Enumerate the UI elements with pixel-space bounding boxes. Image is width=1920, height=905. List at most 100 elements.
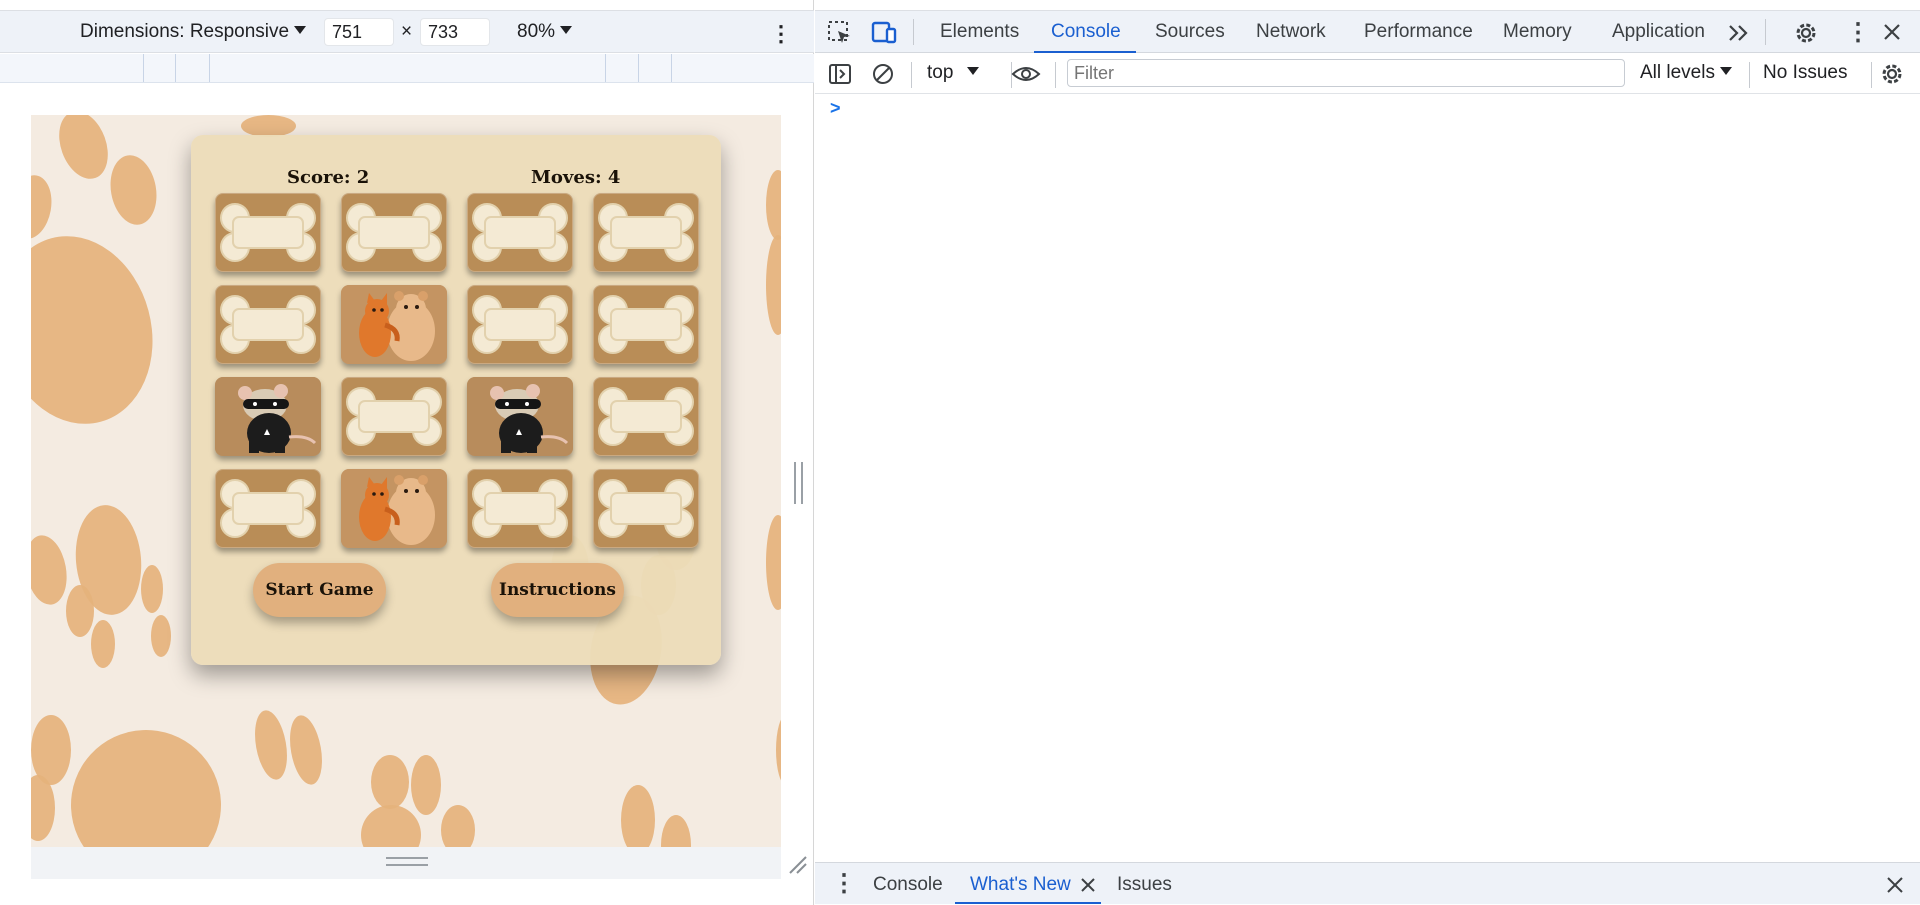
ruler-mark — [143, 54, 144, 82]
bone-card-back-icon — [598, 295, 694, 354]
ruler-mark — [671, 54, 672, 82]
toolbar-separator — [1871, 62, 1872, 88]
devtools-panel: Elements Console Sources Network Perform… — [815, 0, 1920, 905]
bone-card-back-icon — [346, 203, 442, 262]
instructions-button[interactable]: Instructions — [491, 563, 624, 617]
bone-card-back-icon — [472, 479, 568, 538]
resize-handle-right[interactable] — [794, 462, 803, 504]
inspect-element-icon[interactable] — [827, 20, 853, 46]
toolbar-separator — [913, 19, 914, 45]
game-tile[interactable] — [467, 377, 573, 456]
tab-performance[interactable]: Performance — [1364, 21, 1473, 43]
zoom-value: 80% — [517, 21, 556, 42]
game-tile[interactable] — [341, 377, 447, 456]
ruler-mark — [209, 54, 210, 82]
start-game-button[interactable]: Start Game — [253, 563, 386, 617]
bone-card-back-icon — [472, 203, 568, 262]
device-more-options-icon[interactable]: ⋮ — [770, 21, 792, 47]
toolbar-separator — [1055, 62, 1056, 88]
live-expression-eye-icon[interactable] — [1011, 62, 1041, 86]
tab-application[interactable]: Application — [1612, 21, 1705, 43]
bone-card-back-icon — [598, 387, 694, 446]
game-tile[interactable] — [593, 193, 699, 272]
moves-display: Moves: 4 — [531, 167, 621, 188]
show-sidebar-icon[interactable] — [828, 62, 852, 86]
zoom-caret-icon — [560, 26, 573, 34]
device-toolbar: Dimensions: Responsive × 80% ⋮ — [0, 10, 814, 53]
clear-console-icon[interactable] — [871, 62, 895, 86]
game-tile[interactable] — [593, 377, 699, 456]
close-devtools-icon[interactable] — [1882, 22, 1902, 42]
close-whats-new-tab-icon[interactable] — [1080, 877, 1096, 893]
dimensions-select[interactable]: Dimensions: Responsive — [80, 21, 307, 43]
tab-elements[interactable]: Elements — [940, 21, 1019, 43]
toolbar-separator — [1749, 62, 1750, 88]
context-select[interactable]: top — [927, 62, 980, 84]
bone-card-back-icon — [220, 203, 316, 262]
drawer-tab-whats-new[interactable]: What's New — [970, 874, 1071, 896]
ruler-mark — [638, 54, 639, 82]
bone-card-back-icon — [598, 203, 694, 262]
bone-card-back-icon — [472, 295, 568, 354]
game-tile[interactable] — [467, 193, 573, 272]
game-tile[interactable] — [215, 377, 321, 456]
ruler-mark — [605, 54, 606, 82]
resize-handle-bottom[interactable] — [386, 857, 428, 866]
game-card: Score: 2 Moves: 4 Start Game Instruction… — [191, 135, 721, 665]
more-tabs-chevron-icon[interactable] — [1727, 23, 1751, 43]
close-drawer-icon[interactable] — [1886, 876, 1904, 894]
game-tile[interactable] — [215, 193, 321, 272]
customize-menu-icon[interactable]: ⋮ — [1846, 18, 1870, 47]
drawer-menu-icon[interactable]: ⋮ — [832, 869, 856, 898]
issues-counter[interactable]: No Issues — [1763, 62, 1847, 84]
settings-gear-icon[interactable] — [1793, 20, 1819, 46]
context-value: top — [927, 62, 954, 83]
game-tile[interactable] — [341, 469, 447, 548]
resize-corner-icon[interactable] — [788, 855, 808, 875]
console-prompt-chevron-icon[interactable]: > — [830, 98, 841, 119]
tab-network[interactable]: Network — [1256, 21, 1326, 43]
drawer-tab-issues[interactable]: Issues — [1117, 874, 1172, 896]
bone-card-back-icon — [346, 387, 442, 446]
tab-memory[interactable]: Memory — [1503, 21, 1572, 43]
log-levels-select[interactable]: All levels — [1640, 62, 1732, 84]
console-settings-gear-icon[interactable] — [1879, 61, 1905, 87]
devtools-tab-bar: Elements Console Sources Network Perform… — [815, 10, 1920, 53]
ruler-mark — [175, 54, 176, 82]
drawer-tab-console[interactable]: Console — [873, 874, 943, 896]
game-tile[interactable] — [593, 469, 699, 548]
bone-card-back-icon — [220, 295, 316, 354]
height-input[interactable] — [420, 18, 490, 46]
console-toolbar: top All levels No Issues — [815, 54, 1920, 94]
zoom-select[interactable]: 80% — [517, 21, 573, 43]
game-tile[interactable] — [215, 469, 321, 548]
media-query-ruler[interactable] — [0, 54, 814, 83]
game-tile[interactable] — [341, 193, 447, 272]
game-tile[interactable] — [215, 285, 321, 364]
log-levels-value: All levels — [1640, 62, 1715, 83]
masked-rat-card-icon — [467, 377, 573, 456]
game-tile[interactable] — [467, 469, 573, 548]
active-tab-indicator — [1034, 51, 1136, 53]
hugging-cat-bear-card-icon — [341, 469, 447, 548]
emulated-viewport: Score: 2 Moves: 4 Start Game Instruction… — [31, 115, 781, 847]
width-input[interactable] — [324, 18, 394, 46]
times-sign: × — [401, 21, 413, 42]
toolbar-separator — [911, 62, 912, 88]
console-filter-input[interactable] — [1067, 59, 1625, 87]
bone-card-back-icon — [220, 479, 316, 538]
log-levels-caret-icon — [1719, 67, 1732, 75]
game-tile[interactable] — [341, 285, 447, 364]
device-toolbar-toggle-icon[interactable] — [870, 20, 898, 46]
dimensions-label: Dimensions: Responsive — [80, 21, 290, 42]
device-emulation-pane: Dimensions: Responsive × 80% ⋮ — [0, 0, 814, 905]
tab-sources[interactable]: Sources — [1155, 21, 1225, 43]
score-display: Score: 2 — [287, 167, 370, 188]
game-tile[interactable] — [467, 285, 573, 364]
tab-console[interactable]: Console — [1051, 21, 1121, 43]
hugging-cat-bear-card-icon — [341, 285, 447, 364]
game-tile[interactable] — [593, 285, 699, 364]
active-drawer-tab-indicator — [955, 902, 1101, 904]
masked-rat-card-icon — [215, 377, 321, 456]
toolbar-separator — [1765, 19, 1766, 45]
